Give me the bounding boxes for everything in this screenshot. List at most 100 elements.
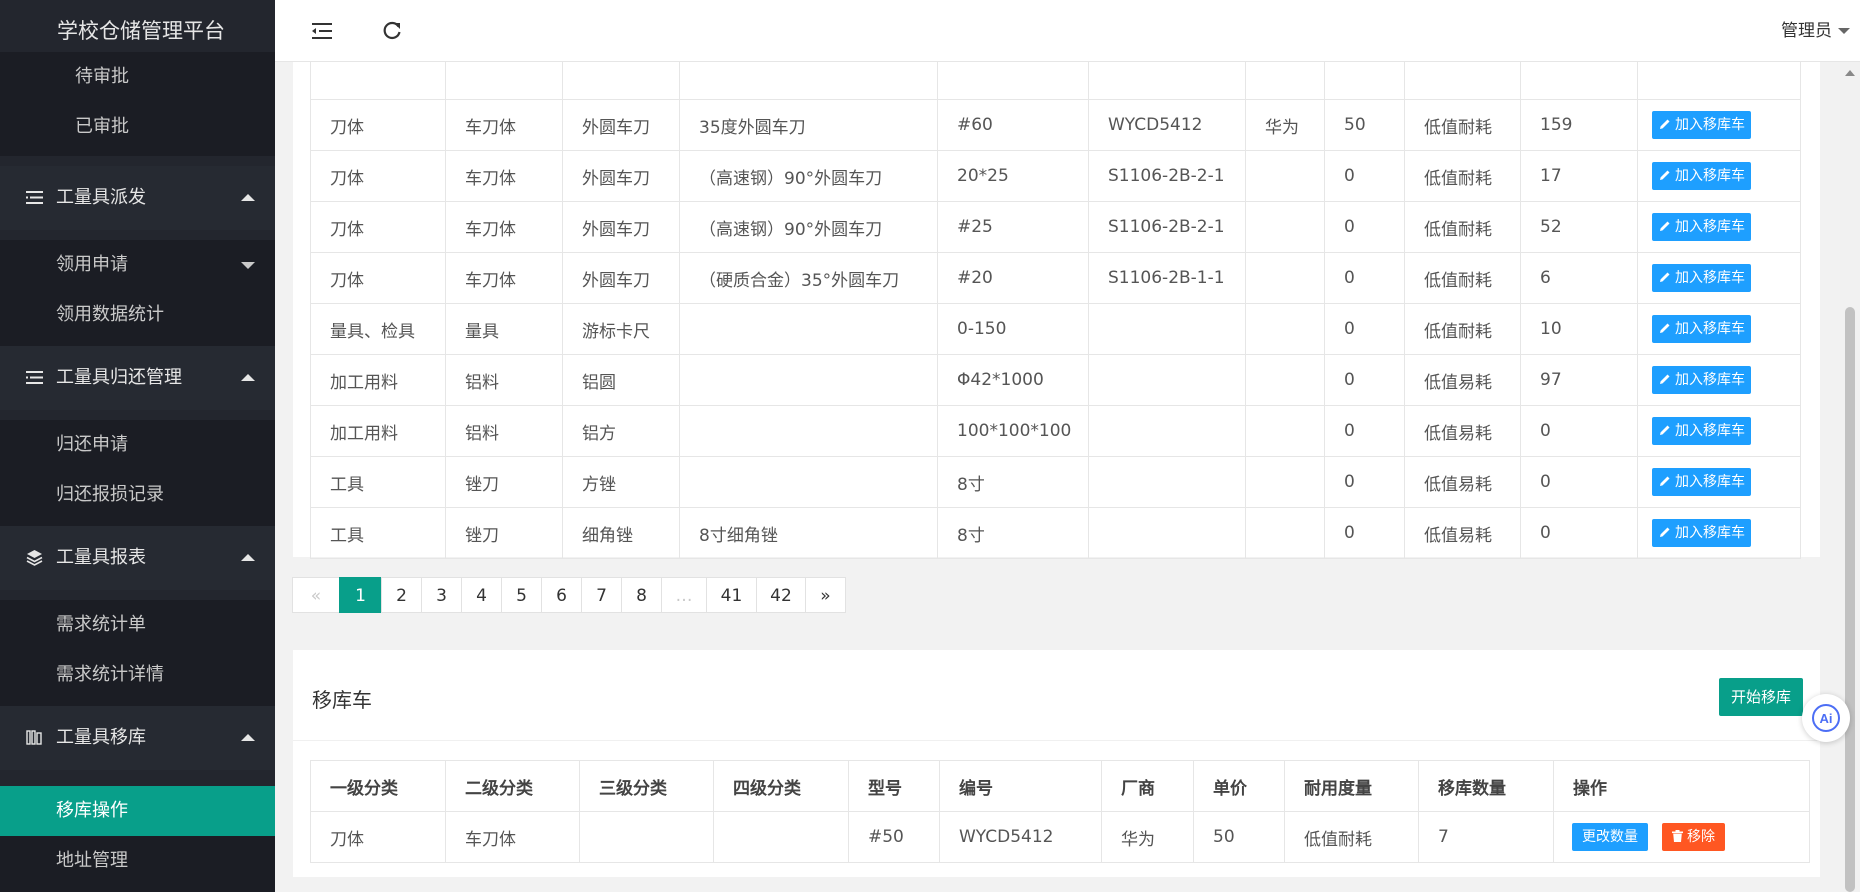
cell-code: S1106-2B-2-1 xyxy=(1088,201,1246,253)
pagination-page[interactable]: 5 xyxy=(501,577,542,613)
sidebar-item-pending[interactable]: 待审批 xyxy=(0,52,275,102)
cell-action: 加入移库车 xyxy=(1637,252,1801,304)
cell-durability: 低值易耗 xyxy=(1404,507,1521,559)
cart-cell: 7 xyxy=(1418,811,1554,863)
add-to-cart-button[interactable]: 加入移库车 xyxy=(1652,468,1751,496)
edit-icon xyxy=(1660,476,1670,486)
cell-durability: 低值易耗 xyxy=(1404,405,1521,457)
cell-action: 加入移库车 xyxy=(1637,150,1801,202)
sidebar-item-label: 需求统计详情 xyxy=(56,664,164,685)
pagination-next[interactable]: » xyxy=(805,577,846,613)
sidebar-item-damage-records[interactable]: 归还报损记录 xyxy=(0,470,275,526)
cart-cell: 50 xyxy=(1193,811,1285,863)
add-to-cart-button[interactable]: 加入移库车 xyxy=(1652,213,1751,241)
cart-cell: 低值耐耗 xyxy=(1284,811,1419,863)
change-quantity-button[interactable]: 更改数量 xyxy=(1572,823,1648,851)
vertical-scrollbar[interactable] xyxy=(1840,62,1860,892)
cell-code: WYCD5412 xyxy=(1088,99,1246,151)
sidebar-group-transfer[interactable]: 工量具移库 xyxy=(0,706,275,770)
edit-icon xyxy=(1660,425,1670,435)
cell-stock-qty: 6 xyxy=(1520,252,1638,304)
pagination-page[interactable]: 41 xyxy=(706,577,757,613)
sidebar-group-dispatch[interactable]: 工量具派发 xyxy=(0,166,275,230)
cart-title: 移库车 xyxy=(312,688,372,712)
add-to-cart-button[interactable]: 加入移库车 xyxy=(1652,366,1751,394)
sidebar-item-address-management[interactable]: 地址管理 xyxy=(0,836,275,892)
cell-code xyxy=(1088,303,1246,355)
sidebar-group-reports[interactable]: 工量具报表 xyxy=(0,526,275,590)
pagination-page[interactable]: 2 xyxy=(381,577,422,613)
cell-code: S1106-2B-1-1 xyxy=(1088,252,1246,304)
cell-category-4 xyxy=(679,303,938,355)
scrollbar-thumb[interactable] xyxy=(1845,307,1855,892)
sidebar-group-label: 工量具移库 xyxy=(56,727,146,748)
pagination-page[interactable]: 8 xyxy=(621,577,662,613)
sidebar-item-approved[interactable]: 已审批 xyxy=(0,102,275,156)
cell-action: 加入移库车 xyxy=(1637,507,1801,559)
pagination-page[interactable]: 1 xyxy=(339,577,382,613)
start-transfer-button[interactable]: 开始移库 xyxy=(1718,678,1803,716)
add-to-cart-button[interactable]: 加入移库车 xyxy=(1652,417,1751,445)
sidebar-item-requisition[interactable]: 领用申请 xyxy=(0,240,275,290)
add-to-cart-button[interactable]: 加入移库车 xyxy=(1652,519,1751,547)
cell-action: 加入移库车 xyxy=(1637,303,1801,355)
edit-icon xyxy=(1660,527,1670,537)
cell-category-1: 刀体 xyxy=(310,252,446,304)
column-header: 移库数量 xyxy=(1418,760,1554,812)
pagination-prev[interactable]: « xyxy=(292,577,340,613)
scroll-up-arrow-icon[interactable] xyxy=(1845,70,1855,76)
edit-icon xyxy=(1660,221,1670,231)
table-row: 量具、检具 量具 游标卡尺 0-150 0 低值耐耗 10 加入移库车 xyxy=(310,303,1801,355)
column-header: 二级分类 xyxy=(445,760,580,812)
pagination-page[interactable]: 4 xyxy=(461,577,502,613)
sidebar-item-demand-stats[interactable]: 需求统计单 xyxy=(0,600,275,650)
cell-stock-qty: 0 xyxy=(1520,405,1638,457)
main-content: 刀体 车刀体 外圆车刀 35度外圆车刀 #60 WYCD5412 华为 50 低值耐耗 159 加入… xyxy=(275,62,1840,892)
cell-action: 加入移库车 xyxy=(1637,354,1801,406)
sidebar-item-label: 待审批 xyxy=(75,66,129,87)
cell-vendor xyxy=(1245,252,1325,304)
refresh-icon[interactable] xyxy=(381,20,403,42)
add-to-cart-button[interactable]: 加入移库车 xyxy=(1652,162,1751,190)
cell-category-1: 工具 xyxy=(310,507,446,559)
remove-button[interactable]: 移除 xyxy=(1662,823,1725,851)
add-to-cart-button[interactable]: 加入移库车 xyxy=(1652,111,1751,139)
cell-vendor xyxy=(1245,354,1325,406)
sidebar-item-label: 归还申请 xyxy=(56,434,128,455)
ai-assistant-button[interactable]: Ai xyxy=(1802,694,1850,742)
cart-cell: WYCD5412 xyxy=(939,811,1102,863)
cell-stock-qty: 10 xyxy=(1520,303,1638,355)
sidebar-item-requisition-stats[interactable]: 领用数据统计 xyxy=(0,290,275,346)
table-row: 加工用料 铝料 铝圆 Φ42*1000 0 低值易耗 97 加入移库车 xyxy=(310,354,1801,406)
pagination-page[interactable]: 42 xyxy=(756,577,806,613)
add-to-cart-button[interactable]: 加入移库车 xyxy=(1652,315,1751,343)
cell-vendor: 华为 xyxy=(1245,99,1325,151)
sidebar-group-label: 工量具报表 xyxy=(56,547,146,568)
cell-unit-price: 0 xyxy=(1324,456,1405,508)
add-to-cart-label: 加入移库车 xyxy=(1675,474,1745,490)
cell-category-3: 游标卡尺 xyxy=(562,303,680,355)
pagination-page[interactable]: 3 xyxy=(421,577,462,613)
column-header: 操作 xyxy=(1553,760,1810,812)
cell-code xyxy=(1088,354,1246,406)
cell-model: 8寸 xyxy=(937,456,1089,508)
sidebar-item-demand-details[interactable]: 需求统计详情 xyxy=(0,650,275,706)
pagination-page[interactable]: 7 xyxy=(581,577,622,613)
column-header: 耐用度量 xyxy=(1284,760,1419,812)
sidebar-item-return-apply[interactable]: 归还申请 xyxy=(0,420,275,470)
cell-category-1: 量具、检具 xyxy=(310,303,446,355)
user-menu[interactable]: 管理员 xyxy=(1781,0,1850,62)
pagination: « 1 2 3 4 5 6 7 8… 41 42» xyxy=(292,577,846,613)
sidebar-item-label: 领用数据统计 xyxy=(56,304,164,325)
cell-action: 加入移库车 xyxy=(1637,405,1801,457)
pagination-page[interactable]: 6 xyxy=(541,577,582,613)
cell-category-2: 车刀体 xyxy=(445,252,563,304)
table-row: 刀体 车刀体 外圆车刀 （硬质合金）35°外圆车刀 #20 S1106-2B-1-1 0 低值… xyxy=(310,252,1801,304)
cell-vendor xyxy=(1245,303,1325,355)
sidebar-group-return[interactable]: 工量具归还管理 xyxy=(0,346,275,410)
sidebar-item-transfer-operation[interactable]: 移库操作 xyxy=(0,786,275,836)
add-to-cart-button[interactable]: 加入移库车 xyxy=(1652,264,1751,292)
cell-durability: 低值耐耗 xyxy=(1404,201,1521,253)
menu-fold-icon[interactable] xyxy=(311,20,333,42)
edit-icon xyxy=(1660,272,1670,282)
